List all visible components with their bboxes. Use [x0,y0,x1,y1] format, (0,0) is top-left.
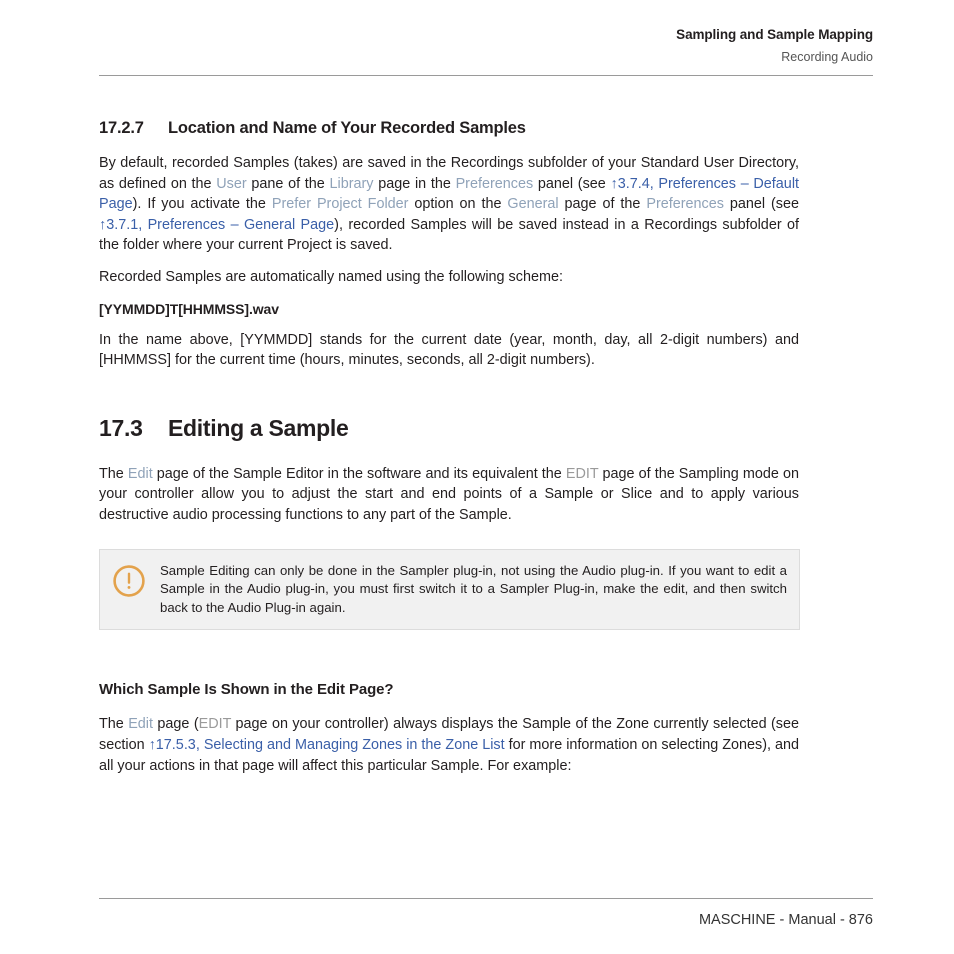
heading-17-2-7: 17.2.7 Location and Name of Your Recorded… [99,118,799,139]
header-rule [99,75,873,76]
link-library-page[interactable]: Library [330,176,374,192]
paragraph-which-sample-shown: The Edit page (EDIT page on your control… [99,714,799,776]
warning-circle-icon [112,564,146,598]
paragraph-naming-scheme-intro: Recorded Samples are automatically named… [99,268,563,285]
heading-17-3: 17.3 Editing a Sample [99,414,799,442]
running-head-subtitle: Recording Audio [781,50,873,64]
text-run: The [99,716,129,733]
controller-label-edit-2: EDIT [198,716,232,733]
link-user-pane[interactable]: User [216,176,246,192]
heading-title: Location and Name of Your Recorded Sampl… [168,119,526,137]
heading-title: Editing a Sample [168,414,349,441]
xref-17-5-3-selecting-managing-zones[interactable]: ↑17.5.3, Selecting and Managing Zones in… [149,737,505,753]
warning-callout-text: Sample Editing can only be done in the S… [160,562,787,615]
link-edit-page[interactable]: Edit [128,466,153,482]
text-run: page ( [153,716,199,733]
running-head: Sampling and Sample Mapping Recording Au… [99,26,873,66]
footer-rule [99,898,873,899]
paragraph-editing-intro: The Edit page of the Sample Editor in th… [99,464,799,526]
paragraph-naming-scheme-explanation: In the name above, [YYMMDD] stands for t… [99,331,799,369]
text-run: page in the [373,175,456,192]
page-footer: MASCHINE - Manual - 876 [698,912,873,928]
paragraph-default-location: By default, recorded Samples (takes) are… [99,153,799,256]
heading-number: 17.3 [99,414,143,441]
link-preferences-panel[interactable]: Preferences [456,176,534,192]
heading-which-sample-shown: Which Sample Is Shown in the Edit Page? [99,681,394,699]
xref-3-7-1-preferences-general-page[interactable]: ↑3.7.1, Preferences – General Page [99,217,334,233]
text-run: panel (see [533,175,611,192]
heading-number: 17.2.7 [99,119,144,137]
text-run: option on the [408,196,508,213]
page-content: 17.2.7 Location and Name of Your Recorded… [99,118,800,776]
filename-scheme: [YYMMDD]T[HHMMSS].wav [99,300,279,317]
warning-callout: Sample Editing can only be done in the S… [99,548,800,631]
controller-label-edit: EDIT [565,465,599,482]
running-head-title: Sampling and Sample Mapping [676,27,873,42]
text-run: panel (see [723,196,799,213]
text-run: page of the Sample Editor in the softwar… [152,465,566,482]
text-run: pane of the [246,175,330,192]
text-run: page of the [558,196,647,213]
link-prefer-project-folder[interactable]: Prefer Project Folder [272,196,409,212]
text-run: ). If you activate the [132,196,272,213]
link-edit-page-2[interactable]: Edit [128,716,153,732]
link-preferences-panel-2[interactable]: Preferences [646,196,724,212]
manual-page: Sampling and Sample Mapping Recording Au… [0,0,954,954]
link-general-page[interactable]: General [507,196,558,212]
text-run: The [99,465,128,482]
